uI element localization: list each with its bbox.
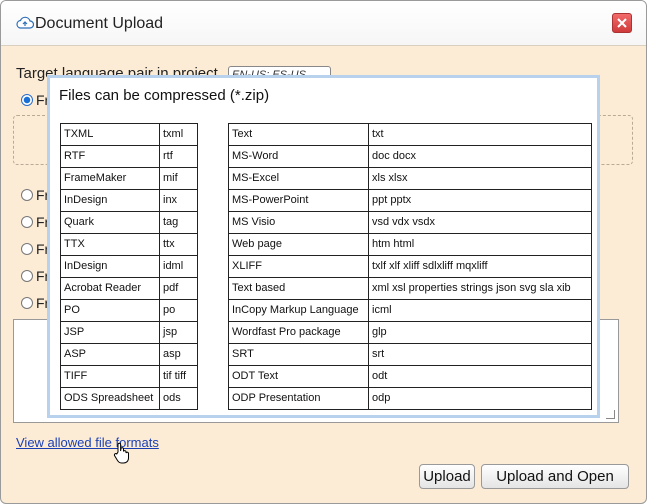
- upload-and-open-button[interactable]: Upload and Open: [481, 464, 629, 489]
- format-extensions: odt: [368, 365, 592, 388]
- format-name: Wordfast Pro package: [228, 321, 369, 344]
- format-name: MS Visio: [228, 211, 369, 234]
- format-name: ODT Text: [228, 365, 369, 388]
- format-name: MS-Excel: [228, 167, 369, 190]
- format-row: Acrobat Reader pdf: [60, 277, 198, 300]
- close-icon: [617, 18, 627, 28]
- format-extensions: doc docx: [368, 145, 592, 168]
- format-name: JSP: [60, 321, 160, 344]
- format-name: InDesign: [60, 255, 160, 278]
- format-name: FrameMaker: [60, 167, 160, 190]
- format-extensions: glp: [368, 321, 592, 344]
- format-extensions: ttx: [159, 233, 198, 256]
- format-extensions: txml: [159, 123, 198, 146]
- radio-option-2[interactable]: [21, 189, 33, 201]
- format-name: Text: [228, 123, 369, 146]
- format-name: MS-Word: [228, 145, 369, 168]
- format-row: JSP jsp: [60, 321, 198, 344]
- format-extensions: jsp: [159, 321, 198, 344]
- format-name: MS-PowerPoint: [228, 189, 369, 212]
- format-row: ODS Spreadsheet ods: [60, 387, 198, 410]
- allowed-formats-popup: Files can be compressed (*.zip) TXML txml…: [47, 75, 600, 418]
- resize-handle[interactable]: [606, 410, 615, 419]
- format-extensions: xml xsl properties strings json svg sla …: [368, 277, 592, 300]
- format-name: InCopy Markup Language: [228, 299, 369, 322]
- format-row: Web page htm html: [228, 233, 592, 256]
- radio-option-3[interactable]: [21, 216, 33, 228]
- right-formats-table: Text txt MS-Word doc docx MS-Excel xls xlsx MS…: [228, 123, 592, 410]
- format-extensions: tif tiff: [159, 365, 198, 388]
- format-name: SRT: [228, 343, 369, 366]
- format-extensions: pdf: [159, 277, 198, 300]
- format-extensions: srt: [368, 343, 592, 366]
- format-row: MS-Excel xls xlsx: [228, 167, 592, 190]
- format-row: XLIFF txlf xlf xliff sdlxliff mqxliff: [228, 255, 592, 278]
- format-name: Text based: [228, 277, 369, 300]
- document-upload-dialog: Document Upload Target language pair in …: [0, 0, 647, 504]
- format-name: TIFF: [60, 365, 160, 388]
- format-extensions: rtf: [159, 145, 198, 168]
- format-extensions: txlf xlf xliff sdlxliff mqxliff: [368, 255, 592, 278]
- format-row: InCopy Markup Language icml: [228, 299, 592, 322]
- format-name: Acrobat Reader: [60, 277, 160, 300]
- format-row: MS Visio vsd vdx vsdx: [228, 211, 592, 234]
- close-button[interactable]: [612, 13, 632, 33]
- radio-option-5[interactable]: [21, 270, 33, 282]
- format-extensions: asp: [159, 343, 198, 366]
- radio-option-1[interactable]: [21, 94, 33, 106]
- format-row: SRT srt: [228, 343, 592, 366]
- format-row: Quark tag: [60, 211, 198, 234]
- format-name: XLIFF: [228, 255, 369, 278]
- format-extensions: ppt pptx: [368, 189, 592, 212]
- format-name: Quark: [60, 211, 160, 234]
- format-row: InDesign idml: [60, 255, 198, 278]
- format-name: Web page: [228, 233, 369, 256]
- format-row: RTF rtf: [60, 145, 198, 168]
- format-row: ASP asp: [60, 343, 198, 366]
- format-row: Text based xml xsl properties strings jso…: [228, 277, 592, 300]
- left-formats-table: TXML txml RTF rtf FrameMaker mif InDesign inx Qu…: [60, 123, 198, 410]
- popup-title: Files can be compressed (*.zip): [59, 87, 270, 104]
- format-name: TXML: [60, 123, 160, 146]
- format-row: MS-PowerPoint ppt pptx: [228, 189, 592, 212]
- view-allowed-formats-link[interactable]: View allowed file formats: [16, 435, 159, 450]
- format-extensions: txt: [368, 123, 592, 146]
- format-row: Wordfast Pro package glp: [228, 321, 592, 344]
- upload-button[interactable]: Upload: [419, 464, 475, 489]
- format-row: PO po: [60, 299, 198, 322]
- format-row: FrameMaker mif: [60, 167, 198, 190]
- format-extensions: idml: [159, 255, 198, 278]
- format-extensions: vsd vdx vsdx: [368, 211, 592, 234]
- format-name: TTX: [60, 233, 160, 256]
- format-row: MS-Word doc docx: [228, 145, 592, 168]
- format-extensions: htm html: [368, 233, 592, 256]
- format-name: ODS Spreadsheet: [60, 387, 160, 410]
- format-row: Text txt: [228, 123, 592, 146]
- format-extensions: icml: [368, 299, 592, 322]
- hand-cursor-icon: [113, 442, 129, 464]
- format-row: TIFF tif tiff: [60, 365, 198, 388]
- format-row: TXML txml: [60, 123, 198, 146]
- radio-option-4[interactable]: [21, 243, 33, 255]
- format-extensions: tag: [159, 211, 198, 234]
- format-extensions: mif: [159, 167, 198, 190]
- cloud-upload-icon: [16, 16, 34, 29]
- format-name: PO: [60, 299, 160, 322]
- dialog-title: Document Upload: [35, 15, 164, 32]
- format-row: ODT Text odt: [228, 365, 592, 388]
- format-name: ASP: [60, 343, 160, 366]
- format-row: InDesign inx: [60, 189, 198, 212]
- format-extensions: odp: [368, 387, 592, 410]
- format-name: ODP Presentation: [228, 387, 369, 410]
- format-row: ODP Presentation odp: [228, 387, 592, 410]
- title-bar: Document Upload: [1, 1, 646, 46]
- format-name: RTF: [60, 145, 160, 168]
- format-row: TTX ttx: [60, 233, 198, 256]
- format-extensions: ods: [159, 387, 198, 410]
- format-extensions: xls xlsx: [368, 167, 592, 190]
- format-extensions: po: [159, 299, 198, 322]
- radio-option-6[interactable]: [21, 297, 33, 309]
- format-extensions: inx: [159, 189, 198, 212]
- format-name: InDesign: [60, 189, 160, 212]
